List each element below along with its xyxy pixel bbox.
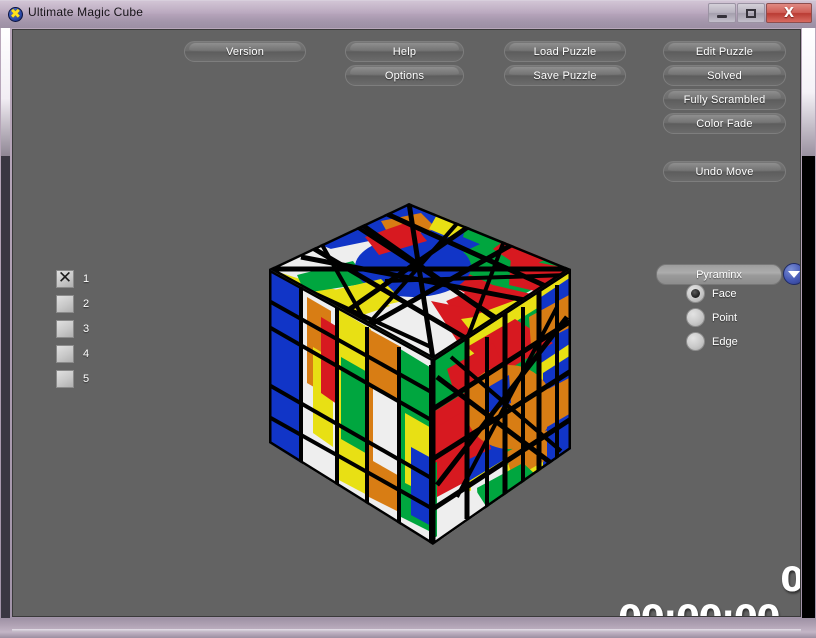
timer-main: 00:00:00 [618, 598, 780, 616]
version-button[interactable]: Version [184, 41, 306, 62]
radio-edge[interactable] [686, 332, 705, 351]
ultimate-magic-cube-3d[interactable] [261, 197, 581, 547]
minimize-icon [709, 4, 735, 22]
layer-checkbox-4[interactable] [56, 345, 74, 363]
layer-label-1: 1 [83, 273, 90, 285]
close-button[interactable]: X [766, 3, 812, 23]
chevron-down-triangle [788, 271, 800, 278]
frame-right-highlight [802, 28, 815, 156]
client-area: Version Help Options Load Puzzle Save Puzzle… [12, 29, 801, 617]
solved-label: Solved [707, 69, 742, 82]
app-cube-icon: ✖ [8, 7, 23, 22]
maximize-icon [738, 4, 764, 22]
window-bottom-frame [0, 618, 816, 638]
frame-left-shadow [1, 156, 10, 618]
save-puzzle-label: Save Puzzle [533, 69, 597, 82]
layer-item-2[interactable]: 2 [56, 295, 89, 313]
layer-checkbox-3[interactable] [56, 320, 74, 338]
twist-mode-face[interactable]: Face [686, 284, 736, 303]
layer-label-5: 5 [83, 373, 90, 385]
layer-checkbox-5[interactable] [56, 370, 74, 388]
twist-mode-edge[interactable]: Edge [686, 332, 738, 351]
timer-centiseconds: 00 [779, 614, 800, 616]
layer-checkbox-2[interactable] [56, 295, 74, 313]
layer-checkbox-1[interactable]: ✕ [56, 268, 74, 288]
layer-item-4[interactable]: 4 [56, 345, 89, 363]
frame-right-shadow [802, 156, 815, 618]
radio-label-face: Face [712, 287, 737, 300]
app-window: ✖ Ultimate Magic Cube X Version Help Opt… [0, 0, 816, 638]
window-title: Ultimate Magic Cube [28, 5, 144, 19]
undo-move-button[interactable]: Undo Move [663, 161, 786, 182]
radio-label-point: Point [712, 311, 738, 324]
help-button[interactable]: Help [345, 41, 464, 62]
solved-button[interactable]: Solved [663, 65, 786, 86]
minimize-button[interactable] [708, 3, 736, 23]
check-x-icon: ✕ [57, 268, 73, 288]
fully-scrambled-label: Fully Scrambled [683, 93, 766, 106]
options-button[interactable]: Options [345, 65, 464, 86]
options-label: Options [384, 69, 425, 82]
chevron-down-icon[interactable] [783, 263, 800, 285]
title-bar[interactable]: ✖ Ultimate Magic Cube X [0, 0, 816, 28]
radio-face[interactable] [686, 284, 705, 303]
layer-label-2: 2 [83, 298, 90, 310]
close-icon: X [783, 5, 795, 21]
save-puzzle-button[interactable]: Save Puzzle [504, 65, 626, 86]
maximize-button[interactable] [737, 3, 765, 23]
window-controls: X [707, 3, 812, 24]
color-fade-label: Color Fade [696, 117, 753, 130]
window-bottom-inner-edge [12, 629, 801, 632]
cube-viewport[interactable] [261, 197, 581, 547]
load-puzzle-button[interactable]: Load Puzzle [504, 41, 626, 62]
move-counter: 0 [780, 560, 801, 600]
edit-puzzle-label: Edit Puzzle [695, 45, 754, 58]
timer-display: 00:00:0000 [533, 598, 800, 616]
layer-item-5[interactable]: 5 [56, 370, 89, 388]
radio-point[interactable] [686, 308, 705, 327]
version-label: Version [225, 45, 265, 58]
help-label: Help [392, 45, 417, 58]
undo-move-label: Undo Move [695, 165, 754, 178]
color-fade-button[interactable]: Color Fade [663, 113, 786, 134]
layer-item-1[interactable]: ✕ 1 [56, 268, 90, 288]
app-icon-x-glyph: ✖ [10, 7, 21, 22]
layer-label-3: 3 [83, 323, 90, 335]
load-puzzle-label: Load Puzzle [533, 45, 597, 58]
puzzle-select-dropdown[interactable]: Pyraminx [656, 264, 782, 285]
twist-mode-point[interactable]: Point [686, 308, 737, 327]
layer-item-3[interactable]: 3 [56, 320, 89, 338]
frame-left-highlight [1, 28, 10, 156]
edit-puzzle-button[interactable]: Edit Puzzle [663, 41, 786, 62]
layer-label-4: 4 [83, 348, 90, 360]
puzzle-select-value: Pyraminx [696, 268, 742, 281]
radio-label-edge: Edge [712, 335, 738, 348]
fully-scrambled-button[interactable]: Fully Scrambled [663, 89, 786, 110]
